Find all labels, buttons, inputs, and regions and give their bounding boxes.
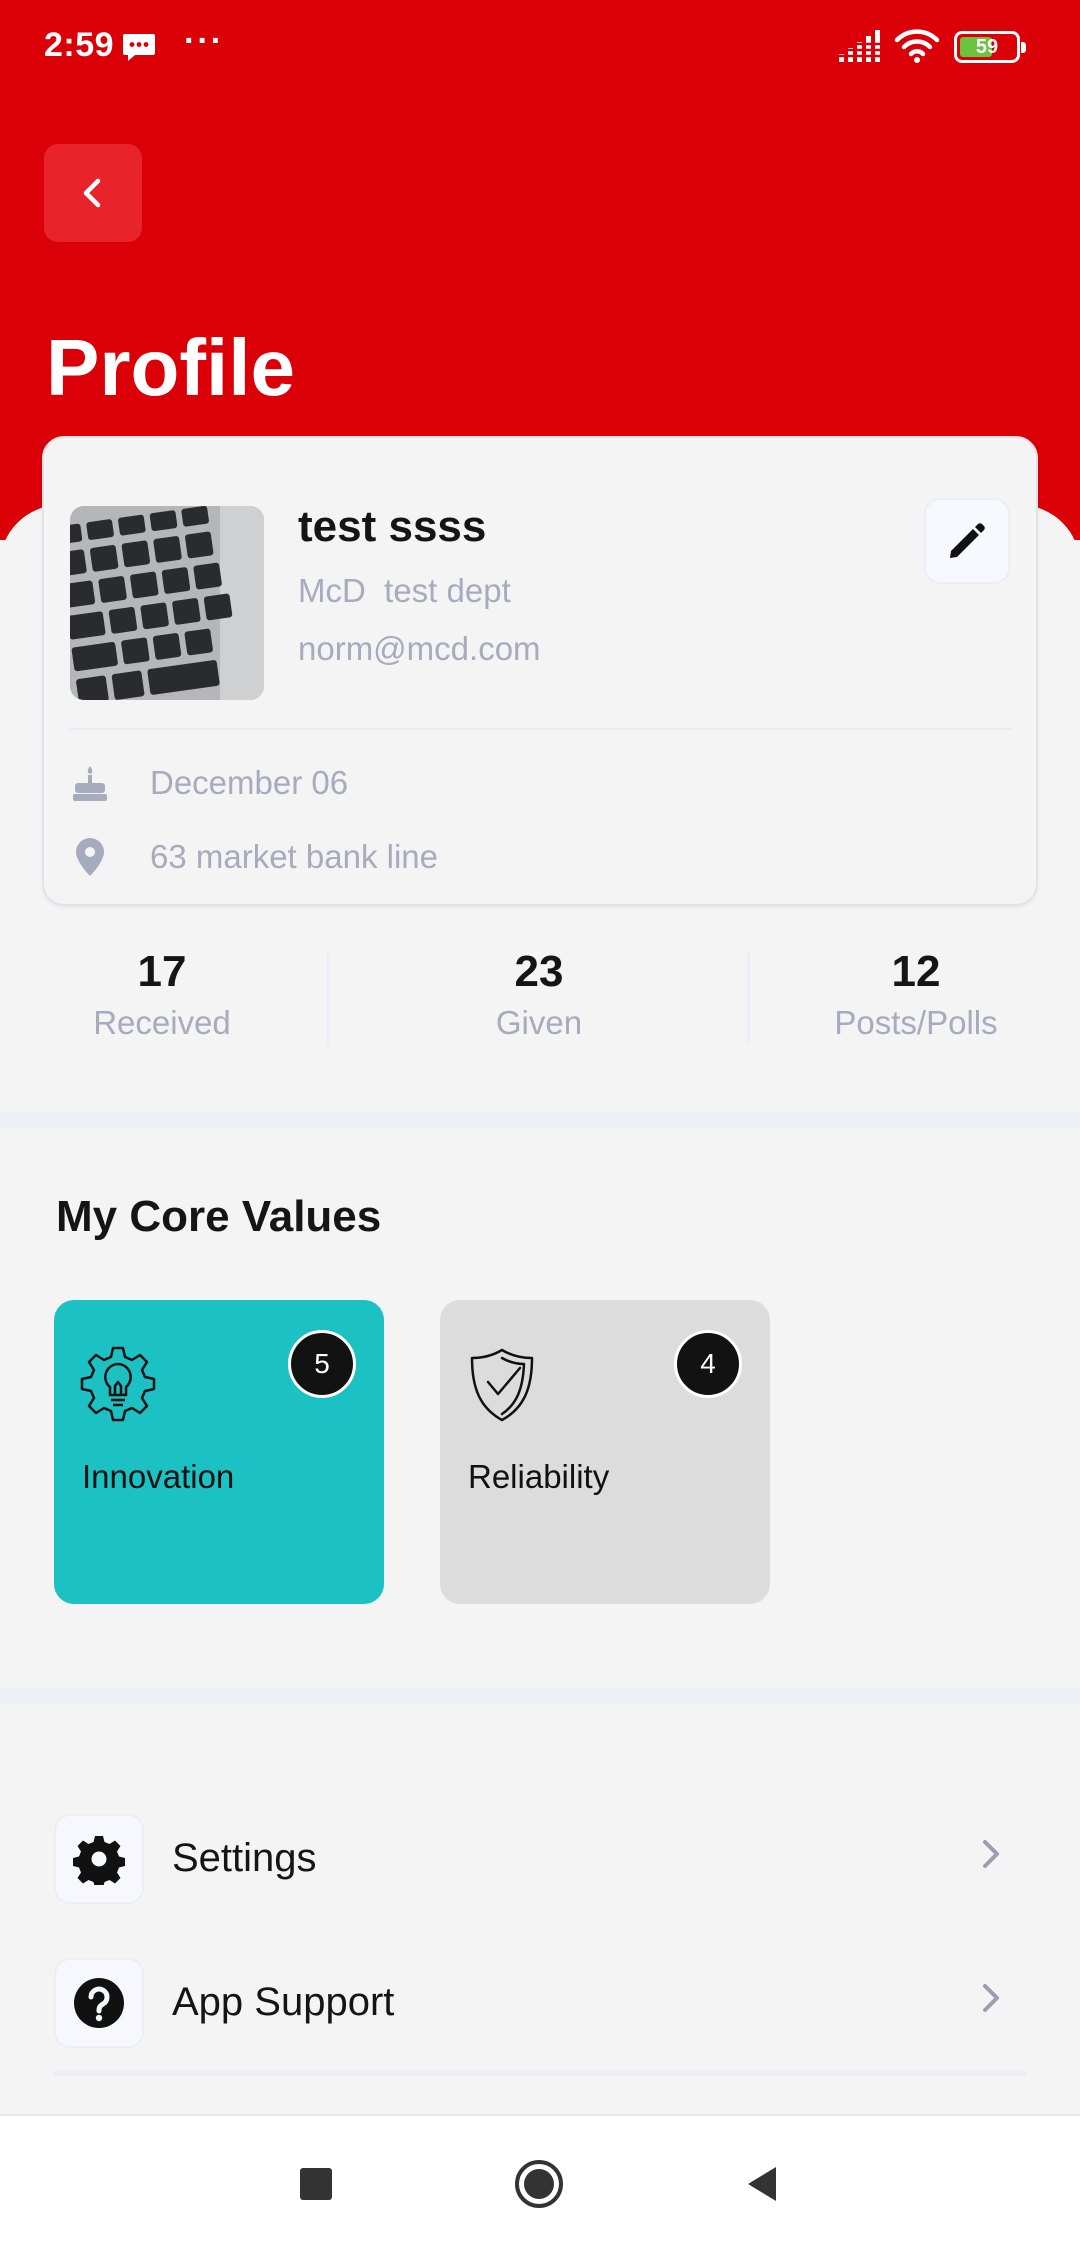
- gear-icon: [73, 1836, 125, 1885]
- stat-separator: [747, 950, 750, 1046]
- wifi-icon: [894, 29, 940, 63]
- card-divider: [70, 728, 1012, 730]
- stat-label: Received: [93, 1004, 231, 1041]
- core-values-title: My Core Values: [56, 1192, 382, 1241]
- help-icon: [74, 1978, 124, 2028]
- section-divider: [0, 1112, 1080, 1128]
- profile-organization: McD test dept: [298, 572, 511, 609]
- profile-card: test ssss McD test dept norm@mcd.com Dec…: [42, 436, 1038, 906]
- menu-label: App Support: [172, 1980, 395, 2024]
- core-value-innovation[interactable]: Innovation 5: [54, 1300, 384, 1604]
- stat-given[interactable]: 23 Given: [389, 944, 689, 1042]
- pencil-icon: [950, 523, 985, 558]
- core-value-count-badge: 4: [674, 1330, 742, 1398]
- chevron-left-icon: [83, 178, 101, 208]
- recents-button[interactable]: [290, 2158, 342, 2210]
- back-button[interactable]: [44, 144, 142, 242]
- profile-name: test ssss: [298, 502, 487, 551]
- menu-label: Settings: [172, 1836, 317, 1880]
- menu-icon-box: [54, 1814, 144, 1904]
- menu-icon-box: [54, 1958, 144, 2048]
- back-triangle-icon: [748, 2167, 776, 2201]
- edit-profile-button[interactable]: [924, 498, 1010, 584]
- menu-item-app-support[interactable]: App Support: [54, 1958, 1026, 2048]
- keyboard-photo-icon: [70, 506, 264, 700]
- signal-icon: [838, 30, 882, 62]
- message-icon: [123, 34, 155, 61]
- status-more-dots: ···: [184, 22, 224, 60]
- page-title: Profile: [46, 323, 295, 412]
- back-nav-button[interactable]: [736, 2158, 788, 2210]
- status-time: 2:59: [44, 26, 115, 64]
- stat-value: 23: [514, 947, 564, 996]
- birthday-text: December 06: [150, 764, 349, 801]
- location-pin-icon: [70, 837, 110, 877]
- home-button[interactable]: [513, 2158, 565, 2210]
- address-row: 63 market bank line: [70, 832, 438, 882]
- stat-received[interactable]: 17 Received: [12, 944, 312, 1042]
- battery-level: 59: [975, 35, 999, 58]
- chevron-right-icon: [983, 1984, 999, 2012]
- core-value-label: Reliability: [468, 1458, 610, 1495]
- stat-label: Given: [495, 1004, 583, 1041]
- address-text: 63 market bank line: [150, 838, 438, 875]
- cake-icon: [70, 763, 110, 803]
- stat-separator: [327, 950, 330, 1046]
- status-bar: 2:59 ··· 59: [0, 0, 1080, 96]
- avatar[interactable]: [70, 506, 264, 700]
- section-divider: [0, 1688, 1080, 1704]
- stat-value: 17: [137, 947, 187, 996]
- core-value-count-badge: 5: [288, 1330, 356, 1398]
- shield-check-icon: [470, 1348, 534, 1422]
- menu-divider: [54, 2070, 1026, 2076]
- stat-label: Posts/Polls: [834, 1004, 998, 1041]
- stat-value: 12: [891, 947, 941, 996]
- birthday-row: December 06: [70, 758, 348, 808]
- core-value-label: Innovation: [82, 1458, 235, 1495]
- chevron-right-icon: [983, 1840, 999, 1868]
- lightbulb-gear-icon: [80, 1346, 156, 1422]
- menu-item-settings[interactable]: Settings: [54, 1814, 1026, 1904]
- system-navigation-bar: [0, 2114, 1080, 2246]
- core-value-reliability[interactable]: Reliability 4: [440, 1300, 770, 1604]
- battery-indicator: 59: [954, 31, 1026, 63]
- profile-email: norm@mcd.com: [298, 630, 541, 667]
- recents-square-icon: [300, 2168, 332, 2200]
- home-circle-icon: [515, 2160, 563, 2208]
- stat-posts-polls[interactable]: 12 Posts/Polls: [766, 944, 1066, 1042]
